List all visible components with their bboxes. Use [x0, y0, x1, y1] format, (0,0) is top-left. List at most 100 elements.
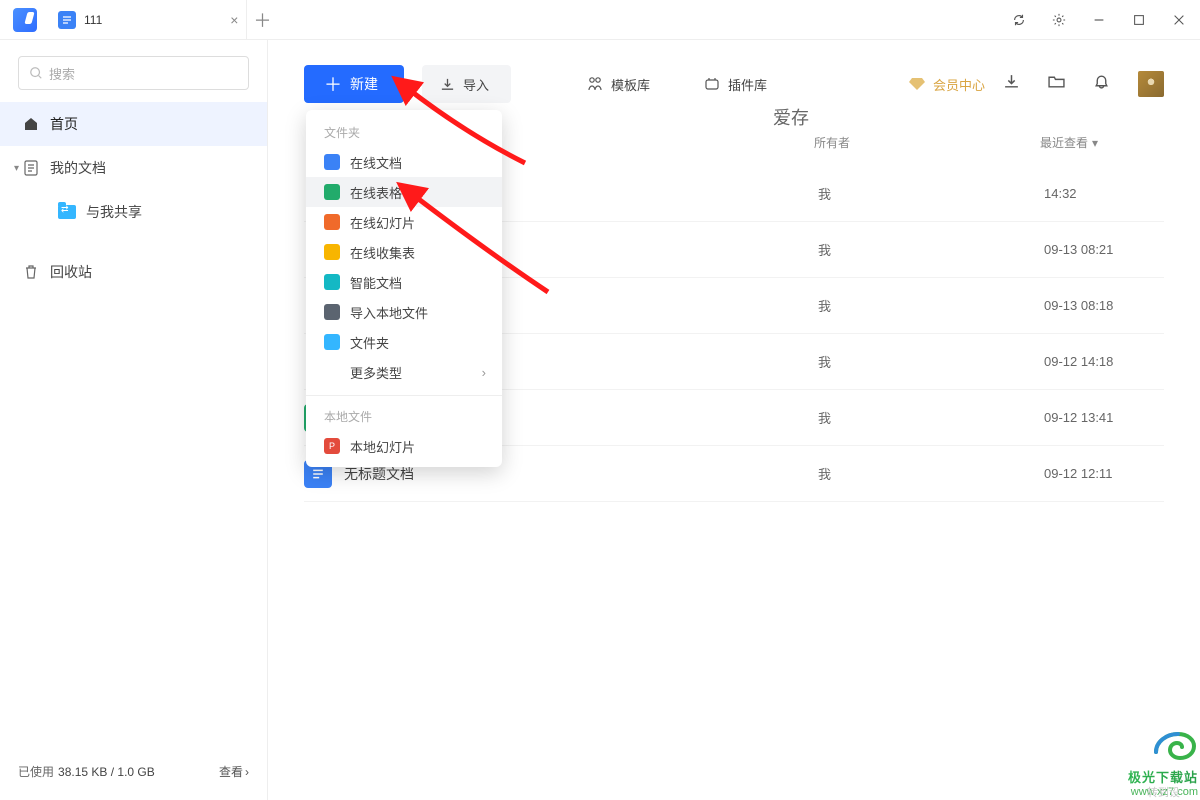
file-type-icon: P [324, 438, 340, 454]
import-icon [440, 77, 455, 92]
file-type-icon [324, 334, 340, 350]
dropdown-item[interactable]: P 本地幻灯片 [306, 431, 502, 461]
file-time: 09-12 13:41 [1044, 410, 1164, 425]
file-type-icon [324, 274, 340, 290]
file-time: 09-13 08:18 [1044, 298, 1164, 313]
file-type-icon [324, 244, 340, 260]
doc-icon [58, 11, 76, 29]
dropdown-item[interactable]: 在线表格 [306, 177, 502, 207]
vip-label: 会员中心 [933, 75, 985, 94]
storage-value: 38.15 KB / 1.0 GB [58, 765, 155, 779]
close-tab-icon[interactable]: × [230, 12, 238, 28]
file-owner: 我 [818, 408, 1044, 427]
file-time: 09-13 08:21 [1044, 242, 1164, 257]
footer-hint: 转到设 [1147, 784, 1180, 800]
settings-icon[interactable] [1042, 3, 1076, 37]
file-type-icon [324, 304, 340, 320]
dropdown-item[interactable]: 导入本地文件 [306, 297, 502, 327]
dropdown-item-label: 导入本地文件 [350, 303, 428, 322]
dropdown-item[interactable]: 在线幻灯片 [306, 207, 502, 237]
document-icon [22, 160, 40, 176]
sidebar-home[interactable]: 首页 [0, 102, 267, 146]
sort-caret-icon: ▾ [1092, 136, 1098, 150]
app-logo[interactable] [0, 0, 50, 40]
dropdown-separator [306, 395, 502, 396]
search-input[interactable]: 搜索 [18, 56, 249, 90]
owner-header: 所有者 [814, 134, 1040, 151]
plugin-icon [704, 76, 720, 92]
file-time: 09-12 14:18 [1044, 354, 1164, 369]
folder-open-icon[interactable] [1048, 73, 1065, 95]
sidebar-shared[interactable]: 与我共享 [0, 190, 267, 234]
storage-used-label: 已使用 [18, 763, 54, 780]
time-header-label: 最近查看 [1040, 134, 1088, 151]
dropdown-item-label: 文件夹 [350, 333, 389, 352]
sidebar-shared-label: 与我共享 [86, 202, 142, 222]
file-owner: 我 [818, 296, 1044, 315]
file-owner: 我 [818, 464, 1044, 483]
maximize-button[interactable] [1122, 3, 1156, 37]
new-button[interactable]: ＋ 新建 [304, 65, 404, 103]
sidebar-home-label: 首页 [50, 114, 78, 134]
search-icon [29, 66, 43, 80]
import-button-label: 导入 [463, 75, 489, 94]
search-placeholder: 搜索 [49, 64, 75, 83]
tab-title: 111 [84, 13, 102, 27]
template-link[interactable]: 模板库 [587, 75, 650, 94]
dropdown-more[interactable]: 更多类型 [306, 357, 502, 387]
shared-folder-icon [58, 205, 76, 219]
storage-view-label: 查看 [219, 763, 243, 780]
dropdown-item[interactable]: 智能文档 [306, 267, 502, 297]
template-icon [587, 76, 603, 92]
new-button-label: 新建 [350, 74, 378, 94]
file-owner: 我 [818, 352, 1044, 371]
page-title-fragment: 爱存 [773, 104, 809, 130]
avatar[interactable] [1138, 71, 1164, 97]
diamond-icon [909, 77, 925, 91]
dropdown-item-label: 本地幻灯片 [350, 437, 415, 456]
bell-icon[interactable] [1093, 73, 1110, 95]
plugin-link[interactable]: 插件库 [704, 75, 767, 94]
import-button[interactable]: 导入 [422, 65, 511, 103]
sidebar-trash-label: 回收站 [50, 262, 92, 282]
file-time: 14:32 [1044, 186, 1164, 201]
chevron-right-icon: › [245, 765, 249, 779]
dropdown-item[interactable]: 在线收集表 [306, 237, 502, 267]
sidebar-my-docs[interactable]: ▾ 我的文档 [0, 146, 267, 190]
dropdown-item-label: 在线幻灯片 [350, 213, 415, 232]
plus-icon: ＋ [324, 71, 342, 97]
dropdown-item[interactable]: 在线文档 [306, 147, 502, 177]
storage-bar: 已使用 38.15 KB / 1.0 GB 查看 › [0, 753, 267, 800]
file-owner: 我 [818, 240, 1044, 259]
dropdown-item-label: 在线收集表 [350, 243, 415, 262]
chevron-down-icon: ▾ [14, 163, 19, 174]
time-header[interactable]: 最近查看 ▾ [1040, 134, 1160, 151]
file-type-icon [324, 154, 340, 170]
download-icon[interactable] [1003, 73, 1020, 95]
vip-link[interactable]: 会员中心 [909, 75, 985, 94]
minimize-button[interactable] [1082, 3, 1116, 37]
file-owner: 我 [818, 184, 1044, 203]
new-dropdown: 文件夹 在线文档在线表格在线幻灯片在线收集表智能文档导入本地文件文件夹 更多类型… [306, 110, 502, 467]
dropdown-item-label: 在线文档 [350, 153, 402, 172]
sidebar-my-docs-label: 我的文档 [50, 158, 106, 178]
close-window-button[interactable] [1162, 3, 1196, 37]
file-time: 09-12 12:11 [1044, 466, 1164, 481]
trash-icon [22, 264, 40, 280]
dropdown-more-label: 更多类型 [350, 363, 402, 382]
dropdown-item-label: 智能文档 [350, 273, 402, 292]
sidebar-trash[interactable]: 回收站 [0, 250, 267, 294]
file-type-icon [324, 184, 340, 200]
dropdown-section-local: 本地文件 [306, 404, 502, 431]
sync-icon[interactable] [1002, 3, 1036, 37]
dropdown-section-folder: 文件夹 [306, 120, 502, 147]
dropdown-item[interactable]: 文件夹 [306, 327, 502, 357]
dropdown-item-label: 在线表格 [350, 183, 402, 202]
tab-document[interactable]: 111 × [50, 0, 247, 40]
add-tab-button[interactable]: ＋ [247, 7, 277, 33]
plugin-label: 插件库 [728, 75, 767, 94]
template-label: 模板库 [611, 75, 650, 94]
storage-view-link[interactable]: 查看 › [219, 763, 249, 780]
file-type-icon [324, 214, 340, 230]
home-icon [22, 116, 40, 132]
